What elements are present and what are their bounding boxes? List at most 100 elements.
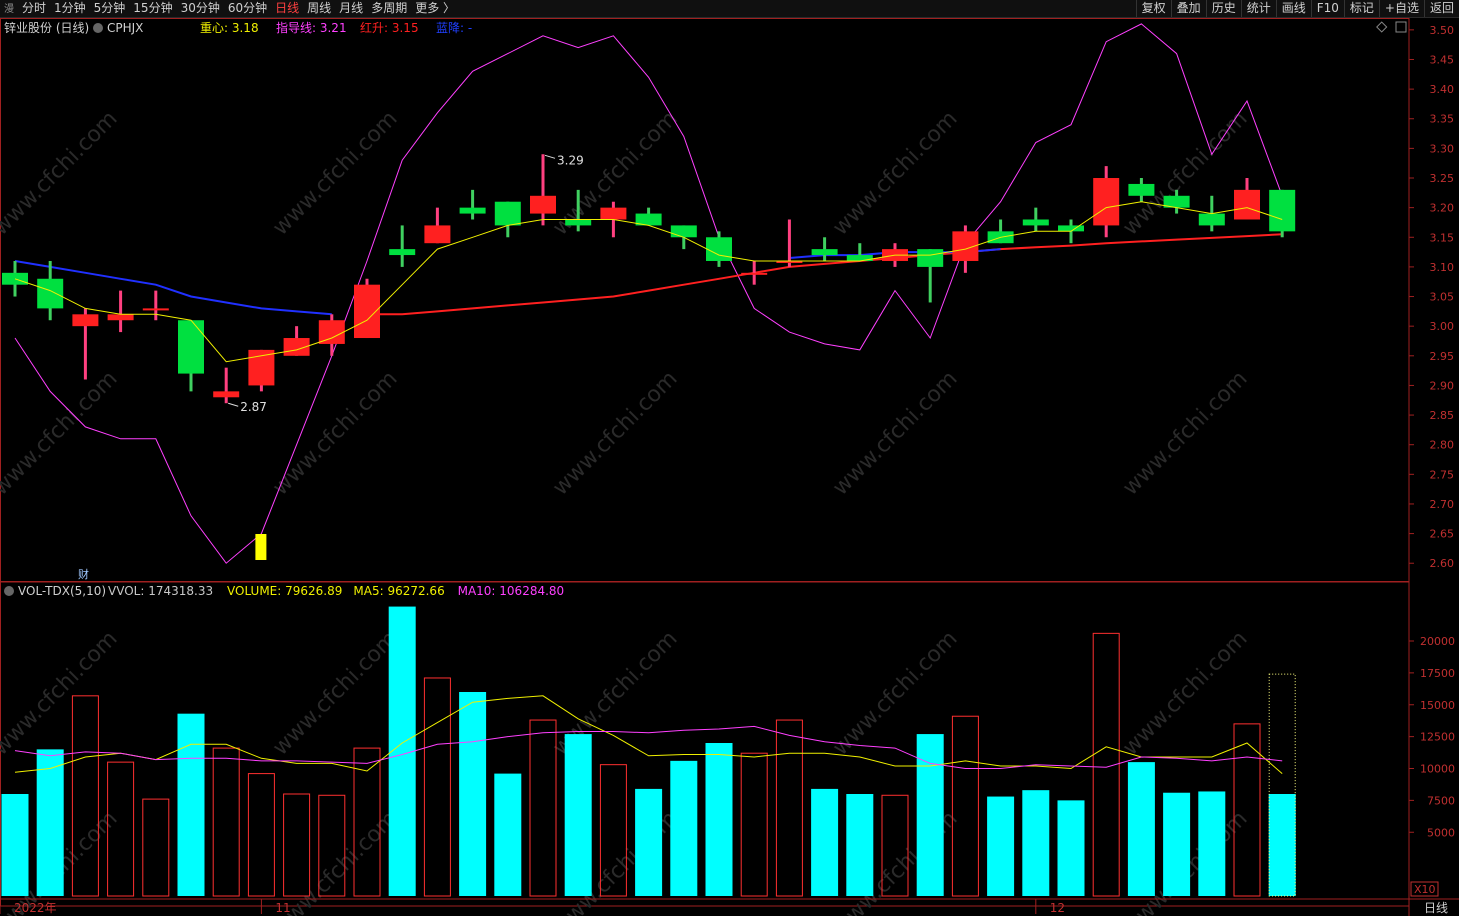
price-tick-label: 2.95 bbox=[1430, 350, 1455, 363]
indicator-dropdown-icon[interactable] bbox=[93, 23, 103, 33]
price-tick-label: 3.40 bbox=[1430, 83, 1455, 96]
volume-dropdown-icon[interactable] bbox=[4, 586, 14, 596]
volume-bar[interactable] bbox=[283, 793, 311, 897]
volume-legend-item: MA10: 106284.80 bbox=[458, 584, 565, 598]
volume-bar[interactable] bbox=[177, 713, 205, 896]
volume-bar[interactable] bbox=[670, 760, 698, 896]
candle-body[interactable] bbox=[107, 314, 134, 321]
diamond-icon[interactable] bbox=[1376, 21, 1388, 33]
volume-bar[interactable] bbox=[846, 794, 874, 896]
candle-body[interactable] bbox=[142, 308, 169, 311]
volume-bar[interactable] bbox=[740, 752, 768, 897]
candle-body[interactable] bbox=[565, 219, 592, 226]
volume-bar[interactable] bbox=[635, 788, 663, 896]
candle-body[interactable] bbox=[670, 225, 697, 238]
candle-body[interactable] bbox=[213, 391, 240, 398]
tab-period-4[interactable]: 30分钟 bbox=[177, 0, 224, 17]
volume-bar[interactable] bbox=[987, 796, 1015, 896]
volume-bar[interactable] bbox=[212, 747, 240, 897]
volume-legend-item: MA5: 96272.66 bbox=[353, 584, 444, 598]
x-axis-label: 11 bbox=[275, 901, 290, 915]
top-toolbar: 漫分时 1分钟 5分钟 15分钟 30分钟 60分钟 日线 周线 月线 多周期 更多 〉 复权 叠加历… bbox=[0, 0, 1459, 18]
tool-button-2[interactable]: 历史 bbox=[1205, 0, 1241, 17]
watermark-text: www.cfchi.com bbox=[1118, 106, 1252, 240]
price-legend-item: 指导线: 3.21 bbox=[276, 20, 347, 35]
tab-period-8[interactable]: 月线 bbox=[335, 0, 367, 17]
candle-body[interactable] bbox=[1022, 219, 1049, 226]
tab-period-7[interactable]: 周线 bbox=[303, 0, 335, 17]
tool-button-0[interactable]: 复权 bbox=[1135, 0, 1171, 17]
tab-period-1[interactable]: 1分钟 bbox=[50, 0, 90, 17]
tool-button-8[interactable]: 返回 bbox=[1423, 0, 1459, 17]
tab-period-2[interactable]: 5分钟 bbox=[90, 0, 130, 17]
candle-body[interactable] bbox=[37, 278, 64, 309]
tab-period-10[interactable]: 更多 〉 bbox=[411, 0, 459, 17]
volume-bar[interactable] bbox=[1127, 762, 1155, 896]
candle-body[interactable] bbox=[1093, 178, 1120, 226]
tool-button-6[interactable]: 标记 bbox=[1343, 0, 1379, 17]
volume-tick-label: 10000 bbox=[1420, 763, 1455, 776]
period-tabs: 漫分时 1分钟 5分钟 15分钟 30分钟 60分钟 日线 周线 月线 多周期 更多 〉 bbox=[0, 0, 459, 17]
volume-bar[interactable] bbox=[36, 749, 64, 896]
candle-body[interactable] bbox=[741, 272, 768, 275]
x-axis-label: 2022年 bbox=[14, 901, 57, 915]
volume-bar[interactable] bbox=[423, 677, 451, 897]
volume-bar[interactable] bbox=[705, 743, 733, 896]
volume-bar[interactable] bbox=[142, 798, 170, 897]
kline-chart[interactable]: www.cfchi.com www.cfchi.com www.cfchi.com w… bbox=[0, 18, 1459, 916]
tool-button-1[interactable]: 叠加 bbox=[1170, 0, 1206, 17]
volume-bar[interactable] bbox=[459, 692, 487, 896]
candle-body[interactable] bbox=[811, 249, 838, 256]
volume-bar[interactable] bbox=[1268, 794, 1296, 896]
volume-bar[interactable] bbox=[1022, 790, 1050, 896]
candle-body[interactable] bbox=[1234, 189, 1260, 220]
candle-body[interactable] bbox=[178, 320, 204, 374]
candle-body[interactable] bbox=[459, 207, 486, 214]
volume-bar[interactable] bbox=[811, 788, 839, 896]
candle-body[interactable] bbox=[846, 255, 873, 261]
volume-bar[interactable] bbox=[916, 734, 944, 896]
volume-bar[interactable] bbox=[951, 715, 979, 897]
candle-body[interactable] bbox=[530, 195, 556, 214]
menu-icon[interactable]: 漫 bbox=[0, 1, 18, 18]
candle-body[interactable] bbox=[248, 349, 275, 386]
volume-bar[interactable] bbox=[494, 773, 522, 896]
candle-body[interactable] bbox=[494, 201, 521, 226]
candle-body[interactable] bbox=[917, 249, 944, 267]
candle-body[interactable] bbox=[600, 207, 627, 220]
tool-button-4[interactable]: 画线 bbox=[1275, 0, 1311, 17]
volume-bar[interactable] bbox=[1163, 792, 1191, 896]
tab-period-6[interactable]: 日线 bbox=[271, 0, 303, 17]
volume-bar[interactable] bbox=[775, 719, 803, 897]
candle-body[interactable] bbox=[1128, 183, 1155, 196]
tab-period-0[interactable]: 分时 bbox=[18, 0, 50, 17]
tool-button-7[interactable]: +自选 bbox=[1378, 0, 1424, 17]
volume-bar[interactable] bbox=[1198, 791, 1226, 896]
candle-body[interactable] bbox=[706, 237, 732, 261]
volume-bar[interactable] bbox=[1, 794, 29, 896]
watermark-text: www.cfchi.com bbox=[1118, 366, 1252, 500]
candle-body[interactable] bbox=[1269, 189, 1296, 232]
candle-body[interactable] bbox=[72, 314, 99, 327]
tool-button-3[interactable]: 统计 bbox=[1240, 0, 1276, 17]
candle-body[interactable] bbox=[1058, 225, 1084, 232]
candle-body[interactable] bbox=[2, 272, 28, 285]
candle-body[interactable] bbox=[1198, 213, 1225, 226]
tab-period-5[interactable]: 60分钟 bbox=[224, 0, 271, 17]
finance-badge[interactable]: 财 bbox=[78, 567, 89, 581]
candle-body[interactable] bbox=[424, 225, 451, 244]
tab-period-3[interactable]: 15分钟 bbox=[129, 0, 176, 17]
candle-body[interactable] bbox=[318, 320, 345, 344]
indicator-name: CPHJX bbox=[107, 21, 143, 35]
watermark-text: www.cfchi.com bbox=[0, 106, 123, 240]
volume-bar[interactable] bbox=[247, 773, 275, 897]
volume-bar[interactable] bbox=[1057, 800, 1085, 896]
volume-bar[interactable] bbox=[564, 734, 592, 896]
candle-body[interactable] bbox=[389, 249, 416, 256]
volume-indicator-name: VOL-TDX(5,10) bbox=[18, 584, 106, 598]
panel-toggle-icon[interactable] bbox=[1395, 21, 1407, 33]
watermark-text: www.cfchi.com bbox=[828, 366, 962, 500]
tab-period-9[interactable]: 多周期 bbox=[367, 0, 411, 17]
price-tick-label: 3.05 bbox=[1430, 291, 1455, 304]
tool-button-5[interactable]: F10 bbox=[1310, 0, 1344, 17]
